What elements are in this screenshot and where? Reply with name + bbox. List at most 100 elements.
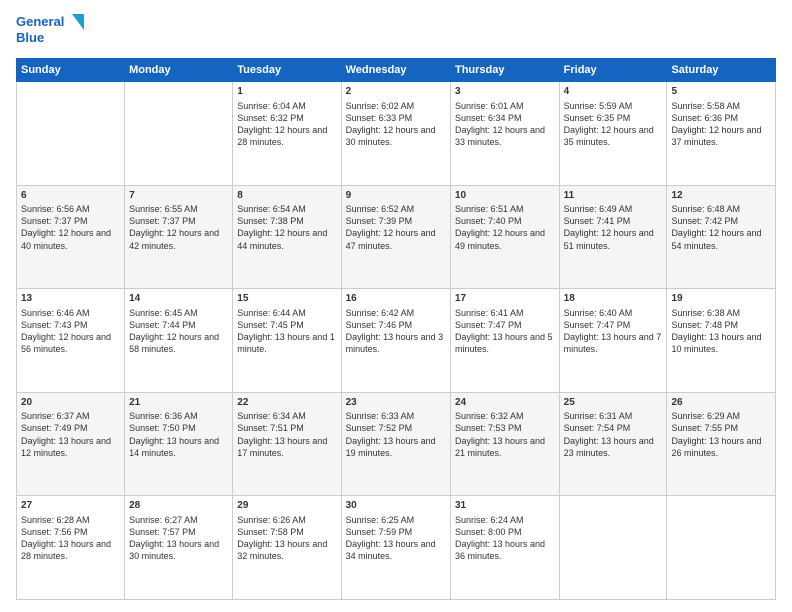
calendar-cell: 29Sunrise: 6:26 AM Sunset: 7:58 PM Dayli… <box>233 496 341 600</box>
day-info: Sunrise: 6:29 AM Sunset: 7:55 PM Dayligh… <box>671 410 771 459</box>
day-number: 28 <box>129 499 228 513</box>
day-info: Sunrise: 6:46 AM Sunset: 7:43 PM Dayligh… <box>21 307 120 356</box>
calendar-table: SundayMondayTuesdayWednesdayThursdayFrid… <box>16 58 776 600</box>
day-info: Sunrise: 6:42 AM Sunset: 7:46 PM Dayligh… <box>346 307 446 356</box>
day-number: 2 <box>346 85 446 99</box>
calendar-cell: 12Sunrise: 6:48 AM Sunset: 7:42 PM Dayli… <box>667 185 776 289</box>
day-number: 11 <box>564 189 663 203</box>
day-number: 23 <box>346 396 446 410</box>
page-header: General Blue <box>16 12 776 48</box>
day-number: 30 <box>346 499 446 513</box>
calendar-cell: 19Sunrise: 6:38 AM Sunset: 7:48 PM Dayli… <box>667 289 776 393</box>
day-number: 5 <box>671 85 771 99</box>
calendar-cell: 15Sunrise: 6:44 AM Sunset: 7:45 PM Dayli… <box>233 289 341 393</box>
calendar-week-row: 27Sunrise: 6:28 AM Sunset: 7:56 PM Dayli… <box>17 496 776 600</box>
day-number: 15 <box>237 292 336 306</box>
day-info: Sunrise: 6:31 AM Sunset: 7:54 PM Dayligh… <box>564 410 663 459</box>
day-number: 10 <box>455 189 555 203</box>
calendar-cell: 31Sunrise: 6:24 AM Sunset: 8:00 PM Dayli… <box>450 496 559 600</box>
day-info: Sunrise: 5:58 AM Sunset: 6:36 PM Dayligh… <box>671 100 771 149</box>
calendar-cell: 24Sunrise: 6:32 AM Sunset: 7:53 PM Dayli… <box>450 392 559 496</box>
calendar-cell: 26Sunrise: 6:29 AM Sunset: 7:55 PM Dayli… <box>667 392 776 496</box>
day-info: Sunrise: 6:27 AM Sunset: 7:57 PM Dayligh… <box>129 514 228 563</box>
day-info: Sunrise: 6:02 AM Sunset: 6:33 PM Dayligh… <box>346 100 446 149</box>
calendar-cell: 23Sunrise: 6:33 AM Sunset: 7:52 PM Dayli… <box>341 392 450 496</box>
calendar-week-row: 13Sunrise: 6:46 AM Sunset: 7:43 PM Dayli… <box>17 289 776 393</box>
day-info: Sunrise: 6:25 AM Sunset: 7:59 PM Dayligh… <box>346 514 446 563</box>
calendar-cell <box>17 82 125 186</box>
day-info: Sunrise: 6:32 AM Sunset: 7:53 PM Dayligh… <box>455 410 555 459</box>
day-info: Sunrise: 6:38 AM Sunset: 7:48 PM Dayligh… <box>671 307 771 356</box>
day-info: Sunrise: 6:49 AM Sunset: 7:41 PM Dayligh… <box>564 203 663 252</box>
calendar-cell: 1Sunrise: 6:04 AM Sunset: 6:32 PM Daylig… <box>233 82 341 186</box>
calendar-cell: 18Sunrise: 6:40 AM Sunset: 7:47 PM Dayli… <box>559 289 667 393</box>
day-number: 3 <box>455 85 555 99</box>
day-header-sunday: Sunday <box>17 59 125 82</box>
calendar-week-row: 1Sunrise: 6:04 AM Sunset: 6:32 PM Daylig… <box>17 82 776 186</box>
day-info: Sunrise: 6:48 AM Sunset: 7:42 PM Dayligh… <box>671 203 771 252</box>
day-info: Sunrise: 6:28 AM Sunset: 7:56 PM Dayligh… <box>21 514 120 563</box>
calendar-cell: 6Sunrise: 6:56 AM Sunset: 7:37 PM Daylig… <box>17 185 125 289</box>
day-info: Sunrise: 6:01 AM Sunset: 6:34 PM Dayligh… <box>455 100 555 149</box>
day-number: 27 <box>21 499 120 513</box>
calendar-cell: 8Sunrise: 6:54 AM Sunset: 7:38 PM Daylig… <box>233 185 341 289</box>
day-info: Sunrise: 6:51 AM Sunset: 7:40 PM Dayligh… <box>455 203 555 252</box>
day-number: 4 <box>564 85 663 99</box>
day-number: 22 <box>237 396 336 410</box>
calendar-cell: 14Sunrise: 6:45 AM Sunset: 7:44 PM Dayli… <box>125 289 233 393</box>
day-number: 14 <box>129 292 228 306</box>
day-info: Sunrise: 6:33 AM Sunset: 7:52 PM Dayligh… <box>346 410 446 459</box>
calendar-cell: 22Sunrise: 6:34 AM Sunset: 7:51 PM Dayli… <box>233 392 341 496</box>
calendar-cell: 27Sunrise: 6:28 AM Sunset: 7:56 PM Dayli… <box>17 496 125 600</box>
calendar-cell: 4Sunrise: 5:59 AM Sunset: 6:35 PM Daylig… <box>559 82 667 186</box>
calendar-header-row: SundayMondayTuesdayWednesdayThursdayFrid… <box>17 59 776 82</box>
day-number: 18 <box>564 292 663 306</box>
day-info: Sunrise: 6:54 AM Sunset: 7:38 PM Dayligh… <box>237 203 336 252</box>
svg-text:Blue: Blue <box>16 30 44 45</box>
day-number: 9 <box>346 189 446 203</box>
day-number: 19 <box>671 292 771 306</box>
calendar-cell: 20Sunrise: 6:37 AM Sunset: 7:49 PM Dayli… <box>17 392 125 496</box>
day-number: 16 <box>346 292 446 306</box>
day-info: Sunrise: 6:26 AM Sunset: 7:58 PM Dayligh… <box>237 514 336 563</box>
calendar-cell: 13Sunrise: 6:46 AM Sunset: 7:43 PM Dayli… <box>17 289 125 393</box>
day-number: 26 <box>671 396 771 410</box>
day-info: Sunrise: 6:41 AM Sunset: 7:47 PM Dayligh… <box>455 307 555 356</box>
day-number: 20 <box>21 396 120 410</box>
logo: General Blue <box>16 12 86 48</box>
day-info: Sunrise: 6:45 AM Sunset: 7:44 PM Dayligh… <box>129 307 228 356</box>
day-header-monday: Monday <box>125 59 233 82</box>
calendar-cell: 30Sunrise: 6:25 AM Sunset: 7:59 PM Dayli… <box>341 496 450 600</box>
day-info: Sunrise: 6:44 AM Sunset: 7:45 PM Dayligh… <box>237 307 336 356</box>
calendar-cell: 10Sunrise: 6:51 AM Sunset: 7:40 PM Dayli… <box>450 185 559 289</box>
day-info: Sunrise: 6:40 AM Sunset: 7:47 PM Dayligh… <box>564 307 663 356</box>
day-info: Sunrise: 6:55 AM Sunset: 7:37 PM Dayligh… <box>129 203 228 252</box>
svg-text:General: General <box>16 14 64 29</box>
calendar-cell: 25Sunrise: 6:31 AM Sunset: 7:54 PM Dayli… <box>559 392 667 496</box>
day-number: 8 <box>237 189 336 203</box>
day-info: Sunrise: 6:37 AM Sunset: 7:49 PM Dayligh… <box>21 410 120 459</box>
calendar-cell: 3Sunrise: 6:01 AM Sunset: 6:34 PM Daylig… <box>450 82 559 186</box>
day-info: Sunrise: 6:36 AM Sunset: 7:50 PM Dayligh… <box>129 410 228 459</box>
calendar-cell: 9Sunrise: 6:52 AM Sunset: 7:39 PM Daylig… <box>341 185 450 289</box>
logo-svg: General Blue <box>16 12 86 48</box>
day-number: 29 <box>237 499 336 513</box>
day-number: 6 <box>21 189 120 203</box>
calendar-cell: 21Sunrise: 6:36 AM Sunset: 7:50 PM Dayli… <box>125 392 233 496</box>
calendar-cell: 11Sunrise: 6:49 AM Sunset: 7:41 PM Dayli… <box>559 185 667 289</box>
calendar-cell <box>667 496 776 600</box>
calendar-cell: 2Sunrise: 6:02 AM Sunset: 6:33 PM Daylig… <box>341 82 450 186</box>
day-info: Sunrise: 6:04 AM Sunset: 6:32 PM Dayligh… <box>237 100 336 149</box>
day-info: Sunrise: 5:59 AM Sunset: 6:35 PM Dayligh… <box>564 100 663 149</box>
day-number: 21 <box>129 396 228 410</box>
day-number: 25 <box>564 396 663 410</box>
calendar-cell <box>125 82 233 186</box>
day-number: 13 <box>21 292 120 306</box>
day-number: 12 <box>671 189 771 203</box>
calendar-cell <box>559 496 667 600</box>
day-number: 31 <box>455 499 555 513</box>
day-info: Sunrise: 6:56 AM Sunset: 7:37 PM Dayligh… <box>21 203 120 252</box>
calendar-week-row: 20Sunrise: 6:37 AM Sunset: 7:49 PM Dayli… <box>17 392 776 496</box>
day-header-thursday: Thursday <box>450 59 559 82</box>
calendar-cell: 28Sunrise: 6:27 AM Sunset: 7:57 PM Dayli… <box>125 496 233 600</box>
